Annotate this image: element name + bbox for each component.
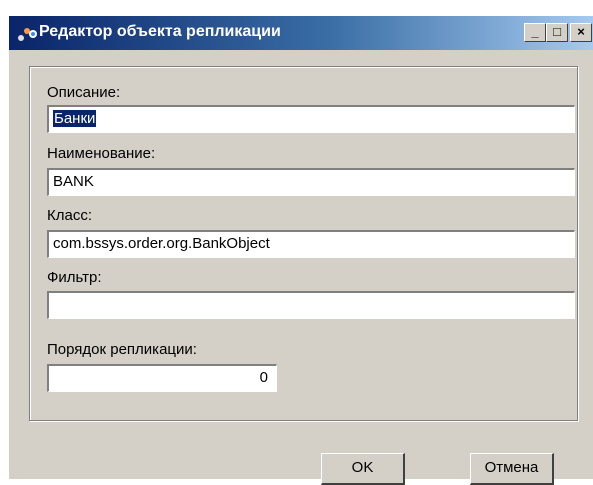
filter-field[interactable] xyxy=(47,291,575,319)
class-label: Класс: xyxy=(47,207,92,224)
minimize-button[interactable]: _ xyxy=(524,23,546,42)
maximize-button[interactable]: □ xyxy=(546,23,568,42)
name-field[interactable]: BANK xyxy=(47,168,575,196)
description-label: Описание: xyxy=(47,84,121,101)
class-field[interactable]: com.bssys.order.org.BankObject xyxy=(47,230,575,258)
order-label: Порядок репликации: xyxy=(47,341,197,358)
filter-label: Фильтр: xyxy=(47,269,102,286)
order-field[interactable]: 0 xyxy=(47,364,277,392)
dialog-window: Редактор объекта репликации _ □ × Описан… xyxy=(8,15,593,485)
name-label: Наименование: xyxy=(47,145,156,162)
app-icon xyxy=(18,28,37,41)
close-button[interactable]: × xyxy=(570,23,592,42)
window-title: Редактор объекта репликации xyxy=(39,23,281,40)
title-bar[interactable]: Редактор объекта репликации _ □ × xyxy=(9,16,593,50)
ok-button[interactable]: OK xyxy=(321,453,405,485)
description-field[interactable]: Банки xyxy=(47,105,575,133)
description-value: Банки xyxy=(53,110,97,127)
cancel-button[interactable]: Отмена xyxy=(470,453,554,485)
